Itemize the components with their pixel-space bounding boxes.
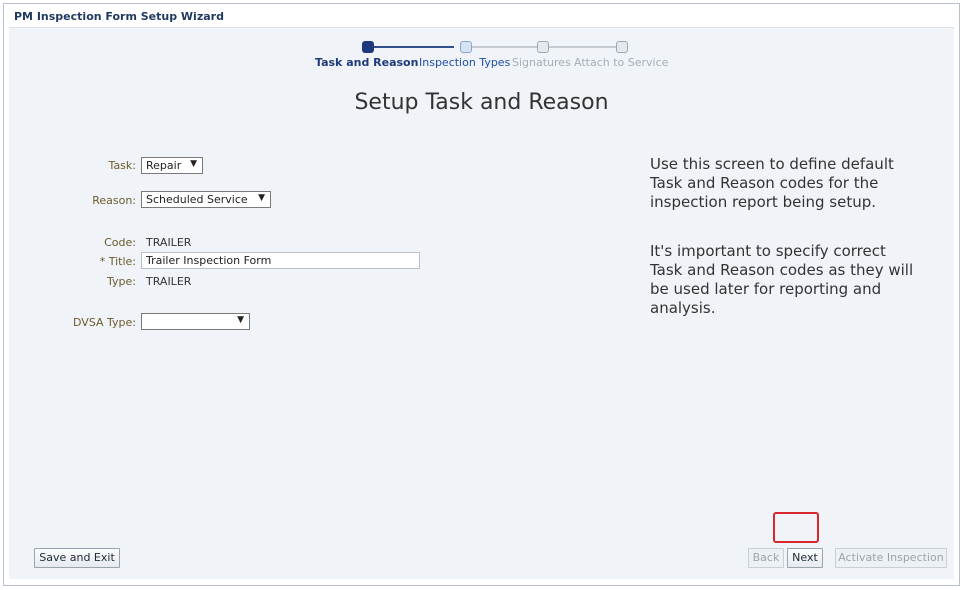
back-button[interactable]: Back bbox=[748, 548, 784, 568]
chevron-down-icon: ▼ bbox=[258, 193, 265, 203]
code-value: TRAILER bbox=[146, 236, 192, 249]
train-stop-signatures bbox=[537, 41, 549, 53]
task-select[interactable]: Repair ▼ bbox=[141, 157, 203, 174]
chevron-down-icon: ▼ bbox=[190, 159, 197, 169]
chevron-down-icon: ▼ bbox=[237, 315, 244, 325]
title-input[interactable]: Trailer Inspection Form bbox=[141, 252, 420, 269]
help-text-paragraph-1: Use this screen to define default Task a… bbox=[650, 155, 894, 211]
type-value: TRAILER bbox=[146, 275, 192, 288]
train-label-attach-service: Attach to Service bbox=[574, 56, 669, 69]
train-connector bbox=[472, 46, 538, 48]
help-text-paragraph-2: It's important to specify correct Task a… bbox=[650, 242, 914, 317]
dvsa-type-select[interactable]: ▼ bbox=[141, 313, 250, 330]
next-button[interactable]: Next bbox=[787, 548, 823, 568]
save-and-exit-button[interactable]: Save and Exit bbox=[34, 548, 120, 568]
reason-select[interactable]: Scheduled Service ▼ bbox=[141, 191, 271, 208]
wizard-dialog: PM Inspection Form Setup Wizard Task and… bbox=[3, 3, 960, 586]
train-connector bbox=[549, 46, 619, 48]
reason-select-value: Scheduled Service bbox=[146, 193, 248, 206]
next-button-highlight bbox=[773, 512, 819, 543]
type-label: Type: bbox=[107, 275, 136, 288]
train-label-task-reason[interactable]: Task and Reason bbox=[315, 56, 418, 69]
page-title: Setup Task and Reason bbox=[354, 90, 609, 115]
train-stop-attach-service bbox=[616, 41, 628, 53]
train-stop-task-reason[interactable] bbox=[362, 41, 374, 53]
task-select-value: Repair bbox=[146, 159, 182, 172]
title-label: * Title: bbox=[99, 255, 136, 268]
activate-inspection-button[interactable]: Activate Inspection bbox=[835, 548, 947, 568]
train-stop-inspection-types[interactable] bbox=[460, 41, 472, 53]
wizard-train: Task and Reason Inspection Types Signatu… bbox=[9, 36, 954, 76]
task-label: Task: bbox=[108, 159, 136, 172]
train-label-inspection-types[interactable]: Inspection Types bbox=[419, 56, 510, 69]
code-label: Code: bbox=[104, 236, 136, 249]
dialog-title: PM Inspection Form Setup Wizard bbox=[14, 10, 224, 23]
wizard-content: Task and Reason Inspection Types Signatu… bbox=[9, 27, 954, 579]
dvsa-type-label: DVSA Type: bbox=[73, 316, 136, 329]
train-connector bbox=[374, 46, 454, 48]
train-label-signatures: Signatures bbox=[512, 56, 571, 69]
reason-label: Reason: bbox=[92, 194, 136, 207]
